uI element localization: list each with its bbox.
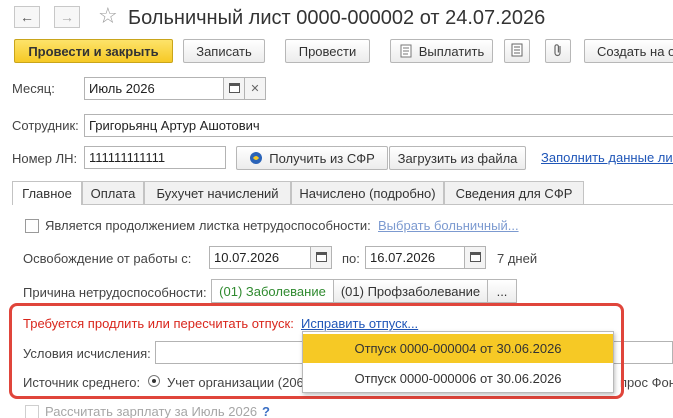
fund-request-label: прос Фон <box>620 375 673 390</box>
get-from-sfr-label: Получить из СФР <box>269 150 375 166</box>
attach-button[interactable] <box>545 39 571 63</box>
employee-label: Сотрудник: <box>12 118 79 133</box>
date-to-calendar-button[interactable] <box>464 246 486 269</box>
document-list-button[interactable] <box>504 39 530 63</box>
days-count: 7 дней <box>497 251 538 266</box>
save-button[interactable]: Записать <box>183 39 265 63</box>
paperclip-icon <box>552 43 564 60</box>
vacation-dropdown: Отпуск 0000-000004 от 30.06.2026 Отпуск … <box>302 331 614 393</box>
continuation-label: Является продолжением листка нетрудоспос… <box>45 218 371 233</box>
fill-sheet-data-link[interactable]: Заполнить данные лис <box>541 150 673 165</box>
calendar-icon <box>228 82 240 96</box>
back-button[interactable]: ← <box>14 6 40 28</box>
employee-field[interactable]: Григорьянц Артур Ашотович <box>84 114 673 137</box>
date-from-field[interactable]: 10.07.2026 <box>209 246 311 269</box>
forward-button[interactable]: → <box>54 6 80 28</box>
tab-accrued-details[interactable]: Начислено (подробно) <box>291 181 444 205</box>
choose-sick-leave-link[interactable]: Выбрать больничный... <box>378 218 519 233</box>
reason-occupational-button[interactable]: (01) Профзаболевание <box>333 279 488 303</box>
tab-payment[interactable]: Оплата <box>82 181 144 205</box>
reason-disease-button[interactable]: (01) Заболевание <box>211 279 334 303</box>
load-from-file-button[interactable]: Загрузить из файла <box>389 146 526 170</box>
date-from-calendar-button[interactable] <box>310 246 332 269</box>
continuation-checkbox[interactable] <box>25 219 39 233</box>
printer-icon <box>399 44 413 58</box>
post-button[interactable]: Провести <box>285 39 370 63</box>
arrow-right-icon: → <box>60 9 74 25</box>
list-icon <box>511 43 523 60</box>
recalc-salary-checkbox[interactable] <box>25 405 39 418</box>
pay-button-label: Выплатить <box>418 43 485 59</box>
create-based-on-button[interactable]: Создать на о <box>584 39 673 63</box>
calendar-icon <box>315 251 327 265</box>
tab-accounting[interactable]: Бухучет начислений <box>144 181 291 205</box>
dropdown-item-vacation-6[interactable]: Отпуск 0000-000006 от 30.06.2026 <box>303 364 613 393</box>
tab-sfr-info[interactable]: Сведения для СФР <box>444 181 584 205</box>
date-to-field[interactable]: 16.07.2026 <box>365 246 465 269</box>
recalc-salary-label: Рассчитать зарплату за Июль 2026 <box>45 404 258 418</box>
reason-more-button[interactable]: ... <box>487 279 517 303</box>
dropdown-item-vacation-4[interactable]: Отпуск 0000-000004 от 30.06.2026 <box>303 334 613 363</box>
sfr-logo-icon <box>249 151 263 165</box>
ln-number-label: Номер ЛН: <box>12 151 78 166</box>
post-and-close-button[interactable]: Провести и закрыть <box>14 39 173 63</box>
calendar-icon <box>469 251 481 265</box>
date-to-label: по: <box>342 251 360 266</box>
clear-icon: ✕ <box>250 83 260 95</box>
month-field[interactable]: Июль 2026 <box>84 77 224 100</box>
active-tab-gap <box>13 203 81 206</box>
month-calendar-button[interactable] <box>223 77 245 100</box>
ln-number-field[interactable]: 111111111111 <box>84 146 226 169</box>
month-label: Месяц: <box>12 81 55 96</box>
release-from-label: Освобождение от работы с: <box>23 251 192 266</box>
month-clear-button[interactable]: ✕ <box>244 77 266 100</box>
pay-button[interactable]: Выплатить <box>390 39 493 63</box>
page-title: Больничный лист 0000-000002 от 24.07.202… <box>128 7 546 29</box>
tab-divider <box>12 204 673 205</box>
get-from-sfr-button[interactable]: Получить из СФР <box>236 146 388 170</box>
arrow-left-icon: ← <box>20 9 34 25</box>
help-icon[interactable]: ? <box>262 404 270 418</box>
reason-label: Причина нетрудоспособности: <box>23 285 207 300</box>
tab-main[interactable]: Главное <box>12 181 82 205</box>
favorite-star-icon[interactable]: ☆ <box>98 3 118 29</box>
